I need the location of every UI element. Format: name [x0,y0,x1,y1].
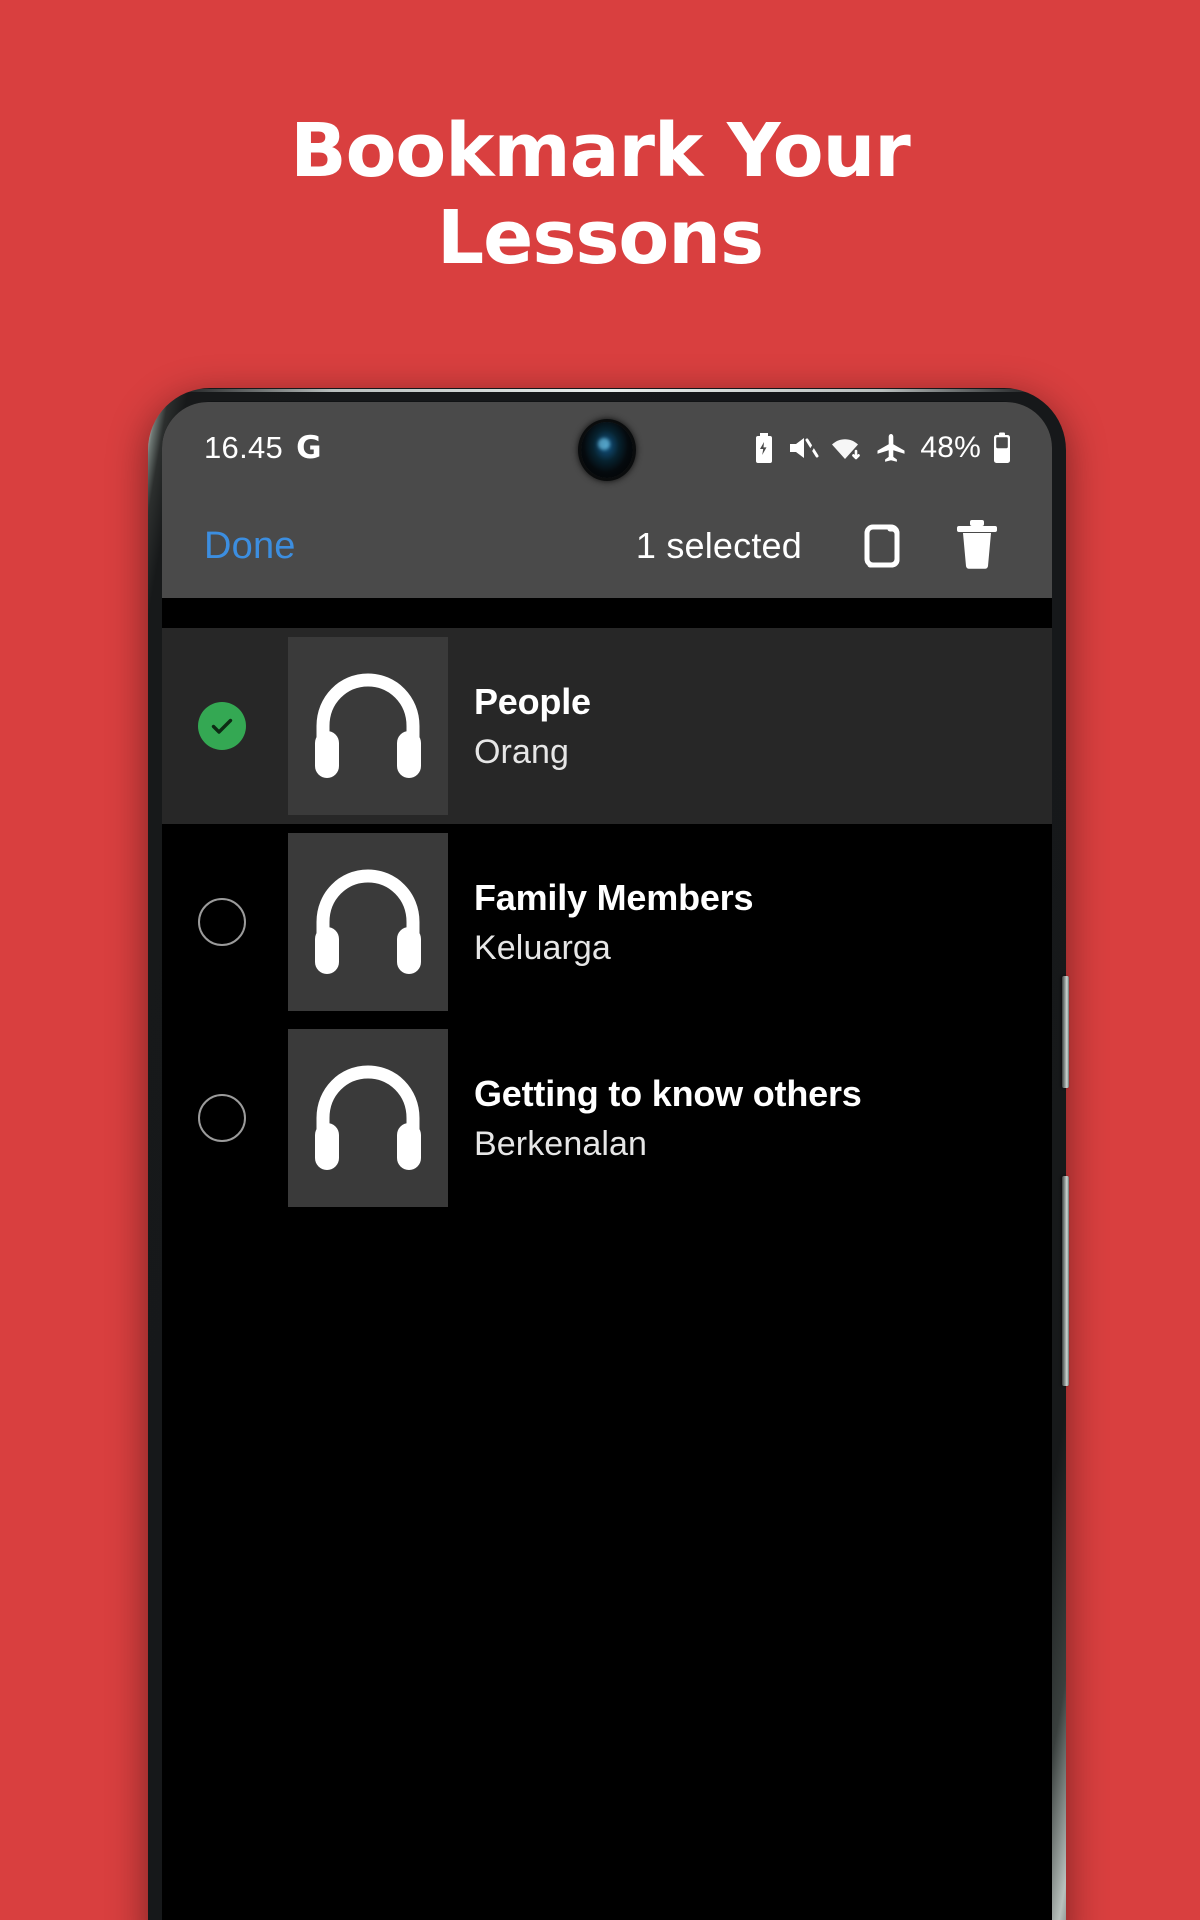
selection-checkbox[interactable] [198,1094,282,1142]
lesson-list: People Orang Family Members Keluarga Get… [162,628,1052,1920]
battery-percentage: 48% [920,431,981,464]
lesson-title: People [474,680,591,722]
lesson-text: Family Members Keluarga [474,877,753,968]
delete-button[interactable] [946,515,1008,577]
phone-screen: 16.45 G 48% Done 1 selected People Orang… [162,402,1052,1920]
list-item[interactable]: People Orang [162,628,1052,824]
phone-mockup: 16.45 G 48% Done 1 selected People Orang… [148,388,1069,1920]
headphones-icon [309,864,427,981]
copy-button[interactable] [850,515,912,577]
copy-icon [852,515,910,578]
lesson-title: Family Members [474,876,754,918]
done-button[interactable]: Done [204,525,296,568]
selection-checkbox[interactable] [198,898,282,946]
headphones-icon [309,1060,427,1177]
airplane-mode-icon [875,433,907,463]
power-button[interactable] [1062,976,1069,1088]
status-bar-right: 48% [752,431,1012,465]
status-time: 16.45 [204,430,284,465]
lesson-thumbnail [288,833,448,1011]
selection-checkbox[interactable] [198,702,282,750]
lesson-thumbnail [288,637,448,815]
toolbar-divider [162,598,1052,628]
lesson-subtitle: Berkenalan [474,1124,648,1163]
status-bar: 16.45 G 48% [162,402,1052,494]
lesson-text: Getting to know others Berkenalan [474,1073,862,1164]
list-item[interactable]: Getting to know others Berkenalan [162,1020,1052,1216]
lesson-text: People Orang [474,681,591,772]
wifi-icon [830,433,864,463]
trash-icon [951,515,1003,578]
lesson-subtitle: Orang [474,732,569,771]
volume-rocker[interactable] [1062,1176,1069,1386]
lesson-subtitle: Keluarga [474,928,611,967]
list-item[interactable]: Family Members Keluarga [162,824,1052,1020]
unchecked-circle-icon [198,898,246,946]
selection-toolbar: Done 1 selected [162,494,1052,598]
frame-highlight [178,389,1036,392]
unchecked-circle-icon [198,1094,246,1142]
checked-circle-icon [198,702,246,750]
headphones-icon [309,668,427,785]
status-bar-left: 16.45 G [204,430,322,466]
mute-icon [787,433,819,463]
lesson-title: Getting to know others [474,1072,862,1114]
lesson-thumbnail [288,1029,448,1207]
page-title: Bookmark Your Lessons [290,108,911,282]
battery-saver-icon [752,432,776,464]
google-g-icon: G [296,430,322,466]
punch-hole-camera-icon [581,422,633,478]
battery-icon [992,432,1012,464]
selected-count-label: 1 selected [635,525,802,566]
